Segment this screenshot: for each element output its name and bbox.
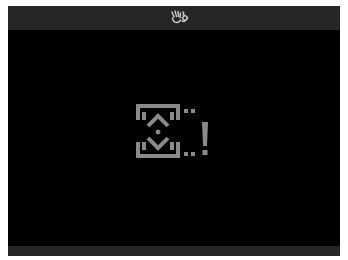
hand-wave-gesture-icon xyxy=(171,10,189,24)
main-display-area xyxy=(8,30,340,246)
device-screen xyxy=(8,6,340,256)
status-bar xyxy=(8,6,340,30)
scroll-up-down-warning-icon xyxy=(136,104,208,158)
bottom-bar xyxy=(8,246,340,256)
